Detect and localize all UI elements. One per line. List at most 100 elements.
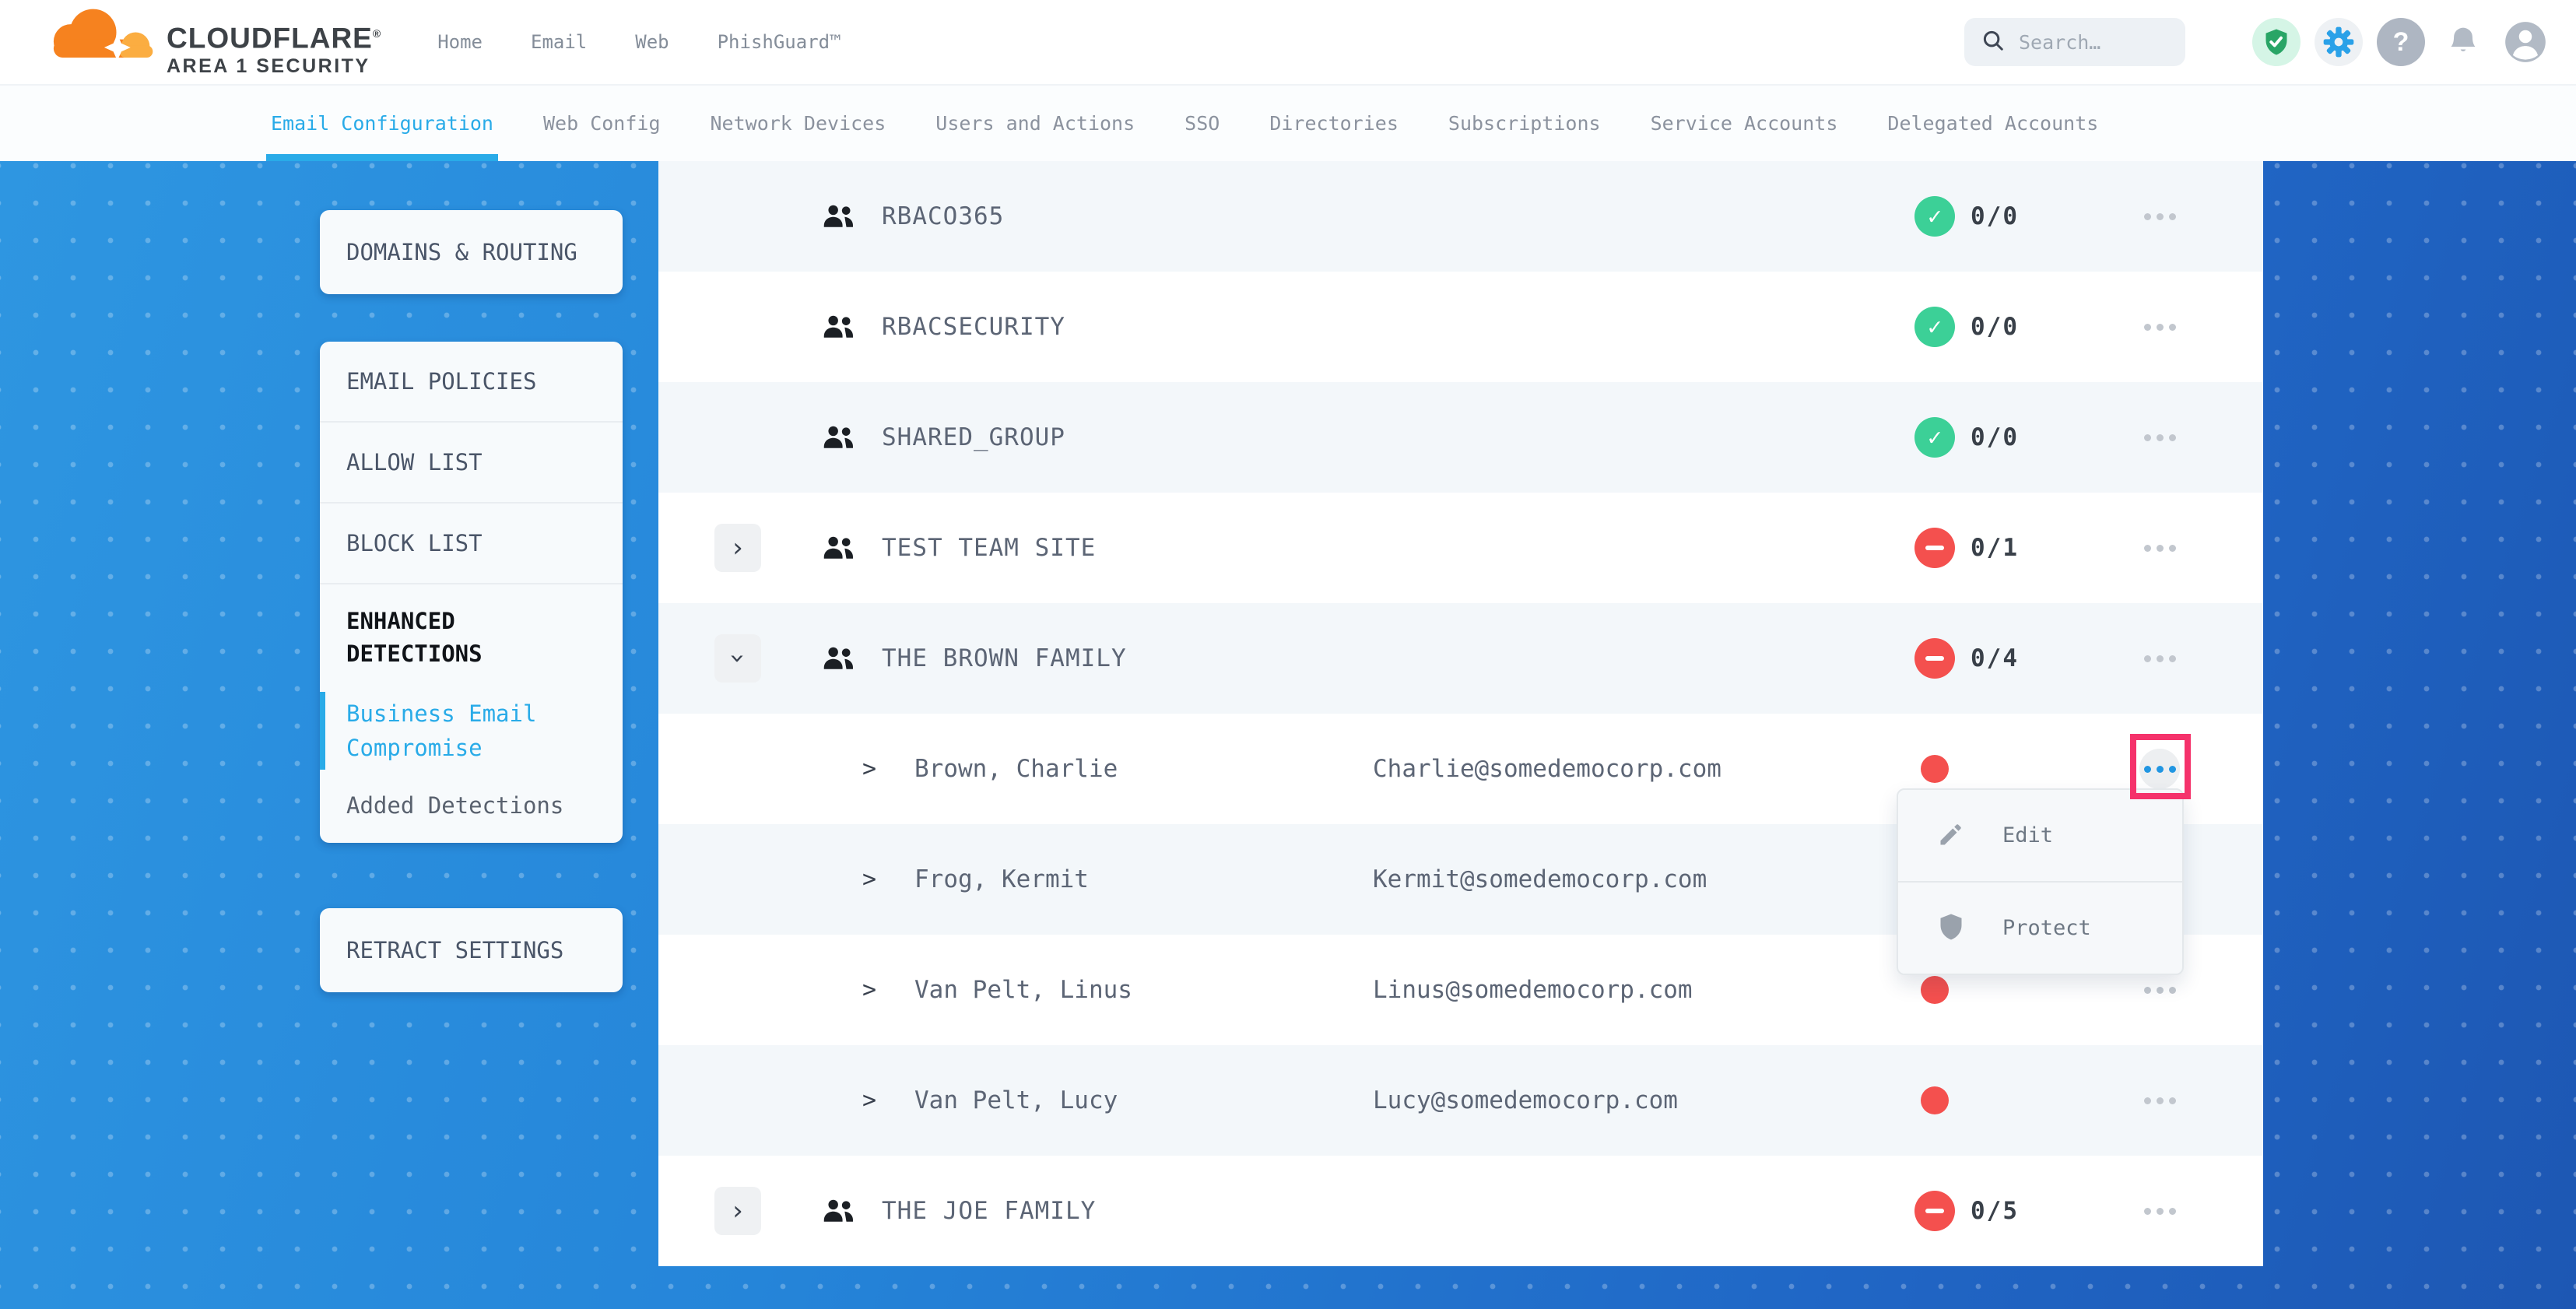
tab-users-and-actions[interactable]: Users and Actions — [935, 86, 1135, 161]
groups-table-panel: RBACO365 0/0 RBACSECURITY 0/0 — [658, 161, 2263, 1266]
table-row-group: RBACO365 0/0 — [658, 161, 2263, 272]
tab-delegated-accounts[interactable]: Delegated Accounts — [1887, 86, 2098, 161]
status-icon — [1914, 307, 1955, 347]
notifications-bell-icon[interactable] — [2439, 18, 2487, 66]
row-actions-button[interactable] — [2139, 638, 2180, 679]
sidebar-email-policies-card: EMAIL POLICIES ALLOW LIST BLOCK LIST ENH… — [320, 342, 623, 843]
sidebar-item-domains-routing[interactable]: DOMAINS & ROUTING — [320, 210, 623, 294]
group-people-icon — [822, 535, 856, 561]
sidebar-item-business-email-compromise[interactable]: Business Email Compromise — [346, 697, 596, 765]
group-name: RBACSECURITY — [882, 313, 1065, 341]
status-icon — [1914, 528, 1955, 568]
user-name: Frog, Kermit — [914, 865, 1089, 893]
expand-chevron-button[interactable]: › — [714, 1187, 761, 1235]
status-icon — [1921, 976, 1949, 1004]
brand-subtitle: AREA 1 SECURITY — [167, 53, 381, 79]
protected-count: 0/5 — [1971, 1197, 2019, 1225]
sidebar-item-retract-settings[interactable]: RETRACT SETTINGS — [320, 908, 623, 992]
tab-service-accounts[interactable]: Service Accounts — [1651, 86, 1838, 161]
group-name: RBACO365 — [882, 202, 1004, 230]
pencil-icon — [1937, 820, 1965, 851]
shield-check-icon[interactable] — [2252, 18, 2301, 66]
search-input[interactable] — [2017, 30, 2153, 54]
brand-name: CLOUDFLARE® — [167, 19, 381, 53]
shield-icon — [1937, 913, 1965, 944]
help-icon[interactable]: ? — [2377, 18, 2425, 66]
group-name: THE BROWN FAMILY — [882, 644, 1127, 672]
user-name: Van Pelt, Linus — [914, 976, 1132, 1004]
context-menu: Edit Protect — [1897, 788, 2184, 975]
group-people-icon — [822, 314, 856, 340]
menu-item-edit[interactable]: Edit — [1898, 790, 2182, 881]
nav-item-phishguard[interactable]: PhishGuard™ — [718, 31, 841, 53]
user-email: Charlie@somedemocorp.com — [1373, 755, 1721, 783]
user-caret-icon: > — [862, 1087, 876, 1114]
status-icon — [1921, 1086, 1949, 1114]
app-header: CLOUDFLARE® AREA 1 SECURITY Home Email W… — [0, 0, 2576, 86]
user-email: Lucy@somedemocorp.com — [1373, 1086, 1678, 1114]
row-actions-button[interactable] — [2139, 528, 2180, 568]
row-actions-button[interactable] — [2139, 1080, 2180, 1121]
user-email: Kermit@somedemocorp.com — [1373, 865, 1707, 893]
row-actions-button[interactable] — [2139, 417, 2180, 458]
sidebar-item-added-detections[interactable]: Added Detections — [346, 790, 596, 821]
menu-item-protect[interactable]: Protect — [1898, 881, 2182, 974]
nav-item-web[interactable]: Web — [635, 31, 669, 53]
sidebar-item-allow-list[interactable]: ALLOW LIST — [320, 423, 623, 504]
sidebar-item-enhanced-detections[interactable]: ENHANCED DETECTIONS — [346, 605, 596, 670]
secondary-nav: Email Configuration Web Config Network D… — [0, 86, 2576, 161]
tab-email-configuration[interactable]: Email Configuration — [271, 86, 493, 161]
group-people-icon — [822, 203, 856, 230]
tab-network-devices[interactable]: Network Devices — [711, 86, 886, 161]
expand-chevron-button[interactable]: › — [714, 524, 761, 572]
user-email: Linus@somedemocorp.com — [1373, 976, 1693, 1004]
table-row-group: › THE BROWN FAMILY 0/4 — [658, 603, 2263, 714]
tab-subscriptions[interactable]: Subscriptions — [1448, 86, 1601, 161]
cloudflare-cloud-icon — [40, 5, 162, 73]
settings-gear-icon[interactable] — [2315, 18, 2363, 66]
user-caret-icon: > — [862, 756, 876, 783]
protected-count: 0/4 — [1971, 644, 2019, 672]
group-people-icon — [822, 424, 856, 451]
group-name: TEST TEAM SITE — [882, 534, 1096, 562]
group-table-body: RBACO365 0/0 RBACSECURITY 0/0 — [658, 161, 2263, 1266]
search-box[interactable] — [1964, 18, 2185, 66]
status-icon — [1914, 1191, 1955, 1231]
row-actions-button[interactable] — [2139, 196, 2180, 237]
sidebar-item-block-list[interactable]: BLOCK LIST — [320, 504, 623, 584]
table-row-group: SHARED_GROUP 0/0 — [658, 382, 2263, 493]
user-name: Brown, Charlie — [914, 755, 1118, 783]
nav-item-home[interactable]: Home — [437, 31, 483, 53]
cloudflare-logo: CLOUDFLARE® AREA 1 SECURITY — [40, 5, 381, 79]
sidebar-enhanced-detections-section: ENHANCED DETECTIONS Business Email Compr… — [320, 584, 623, 843]
tab-directories[interactable]: Directories — [1269, 86, 1399, 161]
group-name: THE JOE FAMILY — [882, 1197, 1096, 1225]
group-people-icon — [822, 645, 856, 672]
group-name: SHARED_GROUP — [882, 423, 1065, 451]
tab-web-config[interactable]: Web Config — [543, 86, 661, 161]
status-icon — [1914, 196, 1955, 237]
row-actions-button[interactable] — [2139, 307, 2180, 347]
row-actions-button[interactable] — [2139, 970, 2180, 1010]
tab-sso[interactable]: SSO — [1184, 86, 1220, 161]
status-icon — [1914, 638, 1955, 679]
protected-count: 0/0 — [1971, 423, 2019, 451]
page-background: DOMAINS & ROUTING EMAIL POLICIES ALLOW L… — [0, 161, 2576, 1309]
status-icon — [1914, 417, 1955, 458]
user-avatar-icon[interactable] — [2501, 18, 2550, 66]
nav-item-email[interactable]: Email — [531, 31, 587, 53]
row-actions-button[interactable] — [2139, 1191, 2180, 1231]
protected-count: 0/0 — [1971, 313, 2019, 341]
user-caret-icon: > — [862, 977, 876, 1004]
primary-nav: Home Email Web PhishGuard™ — [437, 31, 841, 53]
table-row-group: RBACSECURITY 0/0 — [658, 272, 2263, 382]
group-people-icon — [822, 1198, 856, 1224]
user-caret-icon: > — [862, 866, 876, 893]
expand-chevron-button[interactable]: › — [714, 634, 761, 683]
row-actions-button[interactable] — [2139, 749, 2180, 789]
table-row-user: > Van Pelt, Lucy Lucy@somedemocorp.com — [658, 1045, 2263, 1156]
protected-count: 0/1 — [1971, 534, 2019, 562]
protected-count: 0/0 — [1971, 202, 2019, 230]
search-icon — [1981, 29, 2005, 55]
sidebar-item-email-policies[interactable]: EMAIL POLICIES — [320, 342, 623, 423]
